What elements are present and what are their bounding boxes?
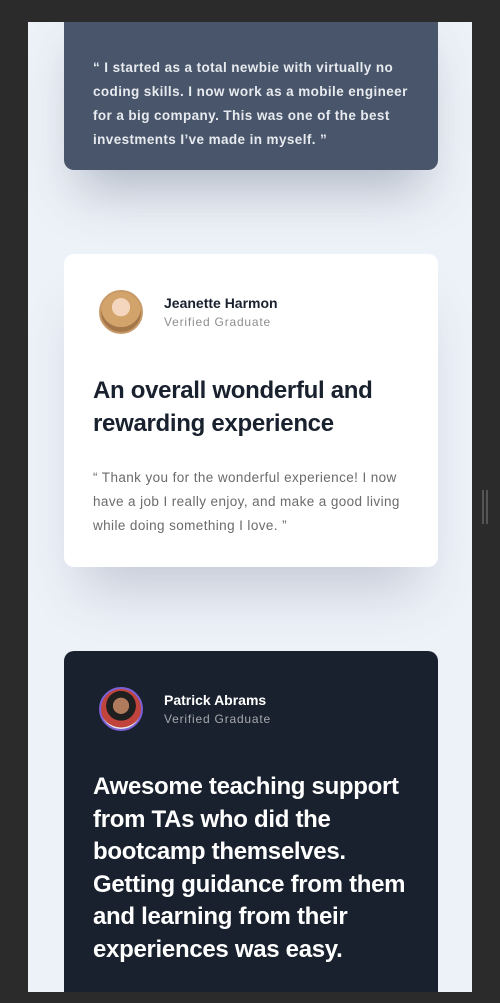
author-info: Jeanette Harmon Verified Graduate xyxy=(164,294,278,330)
testimonial-card: Patrick Abrams Verified Graduate Awesome… xyxy=(64,651,438,992)
testimonial-quote: “ I started as a total newbie with virtu… xyxy=(93,60,408,147)
author-name: Patrick Abrams xyxy=(164,692,267,708)
page-viewport[interactable]: “ I started as a total newbie with virtu… xyxy=(28,22,472,992)
author-role: Verified Graduate xyxy=(164,315,271,329)
testimonial-card: “ I started as a total newbie with virtu… xyxy=(64,22,438,170)
author-info: Patrick Abrams Verified Graduate xyxy=(164,691,271,727)
avatar xyxy=(99,290,143,334)
author-block: Patrick Abrams Verified Graduate xyxy=(93,685,408,733)
author-block: Jeanette Harmon Verified Graduate xyxy=(93,288,408,336)
author-role: Verified Graduate xyxy=(164,712,271,726)
avatar xyxy=(99,687,143,731)
resize-handle[interactable] xyxy=(482,490,488,524)
testimonial-headline: Awesome teaching support from TAs who di… xyxy=(93,773,406,963)
testimonial-card: Jeanette Harmon Verified Graduate An ove… xyxy=(64,254,438,567)
testimonial-headline: An overall wonderful and rewarding exper… xyxy=(93,377,373,437)
testimonial-quote: “ Thank you for the wonderful experience… xyxy=(93,470,400,533)
author-name: Jeanette Harmon xyxy=(164,295,278,311)
